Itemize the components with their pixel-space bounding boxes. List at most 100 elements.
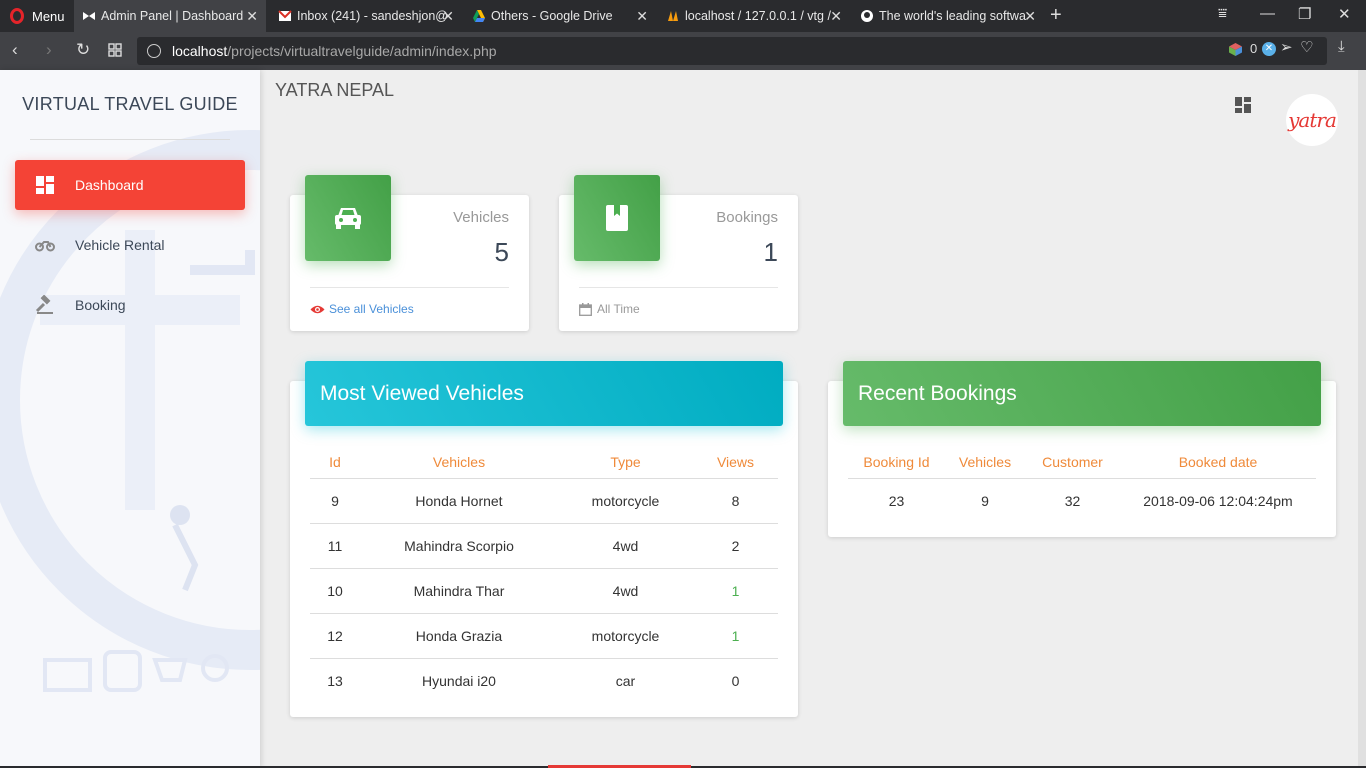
cell-views: 8 (693, 478, 778, 524)
cell-type: 4wd (558, 568, 693, 614)
new-tab-button[interactable]: + (1050, 4, 1062, 27)
close-extension-icon[interactable]: ✕ (1262, 42, 1276, 56)
cell-id: 9 (310, 478, 360, 524)
cell-type: 4wd (558, 523, 693, 569)
column-header: Vehicles (360, 446, 558, 479)
tab-close-icon[interactable]: ✕ (636, 8, 648, 24)
stat-divider (579, 287, 778, 288)
most-viewed-header: Most Viewed Vehicles (305, 361, 783, 426)
calendar-icon (579, 302, 592, 316)
browser-tab-bar: Menu Admin Panel | Dashboard ✕ Inbox (24… (0, 0, 1366, 32)
tab-close-icon[interactable]: ✕ (442, 8, 454, 24)
browser-menu-label: Menu (32, 8, 65, 24)
tab-close-icon[interactable]: ✕ (830, 8, 842, 24)
column-header: Views (693, 446, 778, 479)
browser-menu-button[interactable]: Menu (0, 0, 72, 32)
sidebar-item-booking[interactable]: Booking (15, 280, 245, 330)
cell-id: 10 (310, 568, 360, 614)
tab-admin-panel[interactable]: Admin Panel | Dashboard ✕ (74, 0, 266, 32)
close-window-icon[interactable]: ✕ (1338, 5, 1351, 23)
tab-title: localhost / 127.0.0.1 / vtg / (685, 9, 831, 23)
table-header-row: Id Vehicles Type Views (310, 446, 778, 479)
tab-title: Inbox (241) - sandeshjon@ (297, 9, 448, 23)
tab-phpmyadmin[interactable]: localhost / 127.0.0.1 / vtg / ✕ (658, 0, 850, 32)
column-header: Type (558, 446, 693, 479)
sidebar-item-dashboard[interactable]: Dashboard (15, 160, 245, 210)
speed-dial-icon[interactable] (108, 43, 122, 57)
tab-close-icon[interactable]: ✕ (1024, 8, 1036, 24)
tab-github[interactable]: The world's leading softwa ✕ (852, 0, 1044, 32)
yatra-logo[interactable]: yatra (1286, 94, 1338, 146)
cell-type: motorcycle (558, 478, 693, 524)
cell-booked-date: 2018-09-06 12:04:24pm (1143, 492, 1293, 509)
stat-value: 5 (494, 237, 509, 267)
cell-views: 2 (693, 523, 778, 569)
stat-category: Bookings (716, 209, 778, 226)
column-header: Vehicles (945, 446, 1025, 479)
cell-type: motorcycle (558, 613, 693, 659)
cell-vehicle: Mahindra Scorpio (360, 523, 558, 569)
column-header: Customer (1025, 446, 1120, 479)
globe-icon (147, 44, 161, 58)
opera-logo-icon (10, 8, 24, 24)
tab-menu-icon[interactable]: ⩸ (1218, 5, 1227, 22)
dashboard-toggle-icon[interactable] (1235, 97, 1251, 113)
minimize-icon[interactable]: — (1260, 5, 1275, 22)
cell-vehicle: Honda Hornet (360, 478, 558, 524)
tab-title: The world's leading softwa (879, 9, 1026, 23)
most-viewed-table: Id Vehicles Type Views 9 Honda Hornet mo… (310, 446, 778, 703)
extension-count: 0 (1250, 41, 1258, 56)
cell-views: 1 (693, 613, 778, 659)
dashboard-icon (35, 175, 55, 195)
table-row: 11 Mahindra Scorpio 4wd 2 (310, 523, 778, 569)
forward-icon[interactable]: › (46, 40, 52, 60)
recent-bookings-table: Booking Id Vehicles Customer Booked date… (848, 446, 1316, 523)
github-favicon-icon (861, 10, 873, 22)
reload-icon[interactable]: ↻ (76, 40, 90, 60)
tab-google-drive[interactable]: Others - Google Drive ✕ (464, 0, 656, 32)
column-header: Id (310, 446, 360, 479)
cell-customer: 32 (1064, 492, 1081, 509)
table-row: 23 9 32 2018-09-06 12:04:24pm (848, 478, 1316, 523)
sidebar: VIRTUAL TRAVEL GUIDE Dashboard Vehicle R… (0, 70, 260, 768)
cell-id: 11 (310, 523, 360, 569)
cube-extension-icon[interactable] (1228, 42, 1243, 57)
cell-views: 0 (731, 672, 740, 689)
send-icon[interactable]: ➢ (1280, 38, 1293, 56)
tab-title: Others - Google Drive (491, 9, 613, 23)
drive-favicon-icon (473, 10, 485, 22)
download-icon[interactable]: ⤓ (1338, 38, 1345, 55)
car-icon (305, 175, 391, 261)
bookings-stat-card: Bookings 1 All Time (559, 175, 798, 331)
column-header: Booked date (1120, 446, 1316, 479)
sidebar-item-vehicle-rental[interactable]: Vehicle Rental (15, 220, 245, 270)
table-row: 13 Hyundai i20 car 0 (310, 658, 778, 703)
stat-footer-text[interactable]: See all Vehicles (329, 302, 414, 316)
stat-footer: All Time (579, 302, 640, 316)
table-row: 9 Honda Hornet motorcycle 8 (310, 478, 778, 524)
eye-icon (310, 305, 325, 313)
table-header-row: Booking Id Vehicles Customer Booked date (848, 446, 1316, 479)
cell-vehicle: Hyundai i20 (422, 672, 496, 689)
page-scrollbar[interactable] (1358, 70, 1366, 766)
gmail-favicon-icon (278, 10, 292, 21)
cell-vehicle: Mahindra Thar (360, 568, 558, 614)
book-icon (574, 175, 660, 261)
cell-vehicle: Honda Grazia (360, 613, 558, 659)
stat-category: Vehicles (453, 209, 509, 226)
tab-inbox[interactable]: Inbox (241) - sandeshjon@ ✕ (270, 0, 462, 32)
tab-close-icon[interactable]: ✕ (246, 8, 258, 24)
heart-icon[interactable]: ♡ (1300, 38, 1313, 56)
cell-views: 1 (693, 568, 778, 614)
logo-text: yatra (1288, 108, 1337, 132)
table-row: 12 Honda Grazia motorcycle 1 (310, 613, 778, 659)
back-icon[interactable]: ‹ (12, 40, 18, 60)
see-all-vehicles-link[interactable]: See all Vehicles (310, 302, 414, 316)
url-input[interactable]: localhost/projects/virtualtravelguide/ad… (137, 37, 1327, 65)
column-header: Booking Id (848, 446, 945, 479)
cell-type: car (615, 672, 636, 689)
restore-icon[interactable]: ❐ (1298, 5, 1311, 23)
cell-id: 13 (327, 672, 343, 689)
card-title: Recent Bookings (858, 381, 1017, 405)
motorcycle-icon (35, 235, 55, 255)
